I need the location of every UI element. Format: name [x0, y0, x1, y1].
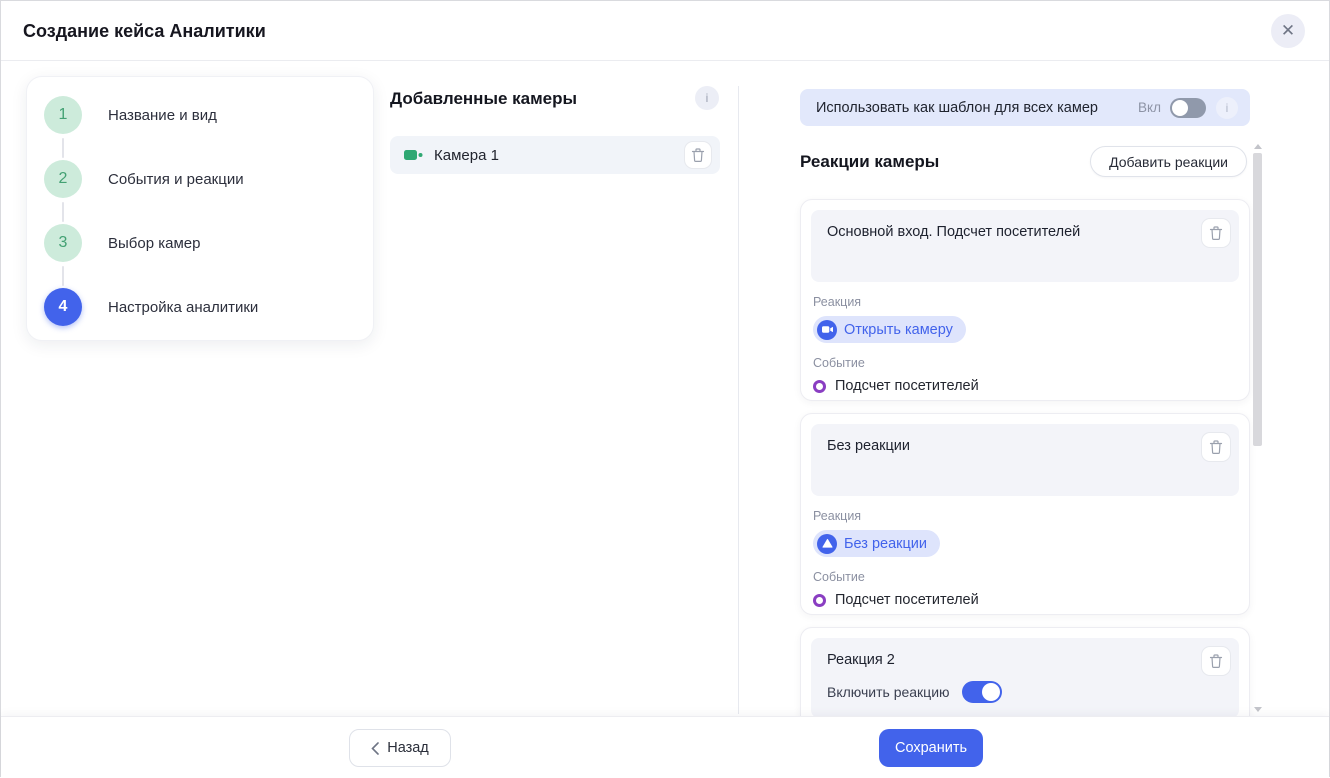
delete-reaction-button[interactable]	[1201, 646, 1231, 676]
step-number-badge: 4	[44, 288, 82, 326]
step-label: Название и вид	[108, 107, 217, 124]
close-icon: ✕	[1281, 21, 1295, 41]
stepper-step-camera-selection[interactable]: 3 Выбор камер	[44, 224, 200, 262]
toggle-state-label: Вкл	[1138, 100, 1161, 115]
chevron-left-icon	[371, 742, 379, 755]
step-label: Настройка аналитики	[108, 299, 258, 316]
scroll-up-arrow[interactable]	[1254, 144, 1262, 149]
scrollbar-thumb[interactable]	[1253, 153, 1262, 446]
enable-reaction-toggle[interactable]	[962, 681, 1002, 703]
enable-reaction-row: Включить реакцию	[827, 681, 1187, 703]
reaction-title: Реакция 2	[827, 652, 1187, 668]
panel-divider	[738, 86, 739, 714]
trash-icon	[691, 148, 705, 163]
reaction-title: Основной вход. Подсчет посетителей	[827, 224, 1187, 240]
info-icon[interactable]: i	[1216, 97, 1238, 119]
event-row: Подсчет посетителей	[813, 592, 1239, 608]
event-field-label: Событие	[813, 356, 1239, 370]
added-cameras-panel: Добавленные камеры i Камера 1	[390, 86, 720, 109]
reaction-chip-label: Открыть камеру	[844, 322, 953, 338]
step-number-badge: 1	[44, 96, 82, 134]
template-banner-label: Использовать как шаблон для всех камер	[816, 100, 1138, 116]
event-name: Подсчет посетителей	[835, 378, 979, 394]
trash-icon	[1209, 226, 1223, 241]
step-label: События и реакции	[108, 171, 244, 188]
toggle-knob	[982, 683, 1000, 701]
camera-name: Камера 1	[434, 147, 684, 164]
info-glyph: i	[1226, 101, 1229, 115]
delete-camera-button[interactable]	[684, 141, 712, 169]
reactions-scrollbar	[1253, 142, 1263, 714]
reaction-chip[interactable]: Без реакции	[813, 530, 940, 557]
delete-reaction-button[interactable]	[1201, 218, 1231, 248]
event-name: Подсчет посетителей	[835, 592, 979, 608]
template-toggle[interactable]	[1170, 98, 1206, 118]
event-ring-icon	[813, 594, 826, 607]
step-connector	[62, 266, 64, 286]
reaction-card-header: Без реакции	[811, 424, 1239, 496]
info-glyph: i	[706, 91, 709, 105]
event-ring-icon	[813, 380, 826, 393]
add-reactions-button[interactable]: Добавить реакции	[1090, 146, 1247, 177]
save-button[interactable]: Сохранить	[879, 729, 983, 767]
camera-list-item[interactable]: Камера 1	[390, 136, 720, 174]
no-reaction-icon	[817, 534, 837, 554]
back-button-label: Назад	[387, 740, 429, 756]
trash-icon	[1209, 654, 1223, 669]
scroll-down-arrow[interactable]	[1254, 707, 1262, 712]
video-camera-icon	[404, 148, 424, 162]
reaction-card-header: Основной вход. Подсчет посетителей	[811, 210, 1239, 282]
stepper-step-name-and-type[interactable]: 1 Название и вид	[44, 96, 217, 134]
reaction-field-label: Реакция	[813, 509, 1239, 523]
reaction-chip-label: Без реакции	[844, 536, 927, 552]
reaction-card: Реакция 2 Включить реакцию	[800, 627, 1250, 727]
back-button[interactable]: Назад	[349, 729, 451, 767]
event-row: Подсчет посетителей	[813, 378, 1239, 394]
reaction-card-header: Реакция 2 Включить реакцию	[811, 638, 1239, 718]
step-connector	[62, 138, 64, 158]
reactions-title: Реакции камеры	[800, 152, 939, 172]
reaction-chip[interactable]: Открыть камеру	[813, 316, 966, 343]
event-field-label: Событие	[813, 570, 1239, 584]
reaction-title: Без реакции	[827, 438, 1187, 454]
delete-reaction-button[interactable]	[1201, 432, 1231, 462]
enable-reaction-label: Включить реакцию	[827, 684, 950, 700]
create-analytics-case-modal: Создание кейса Аналитики ✕ 1 Название и …	[0, 0, 1330, 777]
reaction-card: Основной вход. Подсчет посетителей Реакц…	[800, 199, 1250, 401]
modal-footer: Назад Сохранить	[1, 716, 1329, 778]
toggle-knob	[1172, 100, 1188, 116]
added-cameras-title: Добавленные камеры	[390, 89, 720, 109]
stepper-step-events-and-reactions[interactable]: 2 События и реакции	[44, 160, 244, 198]
trash-icon	[1209, 440, 1223, 455]
reaction-field-label: Реакция	[813, 295, 1239, 309]
template-banner: Использовать как шаблон для всех камер В…	[800, 89, 1250, 126]
reactions-header: Реакции камеры Добавить реакции	[800, 146, 1250, 178]
info-icon[interactable]: i	[695, 86, 719, 110]
step-number-badge: 3	[44, 224, 82, 262]
page-title: Создание кейса Аналитики	[23, 21, 266, 42]
step-number-badge: 2	[44, 160, 82, 198]
modal-header: Создание кейса Аналитики ✕	[1, 1, 1329, 61]
reaction-card: Без реакции Реакция Без реакции Событие …	[800, 413, 1250, 615]
step-label: Выбор камер	[108, 235, 200, 252]
step-connector	[62, 202, 64, 222]
wizard-stepper: 1 Название и вид 2 События и реакции 3 В…	[26, 76, 374, 341]
close-button[interactable]: ✕	[1271, 14, 1305, 48]
stepper-step-analytics-settings[interactable]: 4 Настройка аналитики	[44, 288, 258, 326]
camera-icon	[817, 320, 837, 340]
